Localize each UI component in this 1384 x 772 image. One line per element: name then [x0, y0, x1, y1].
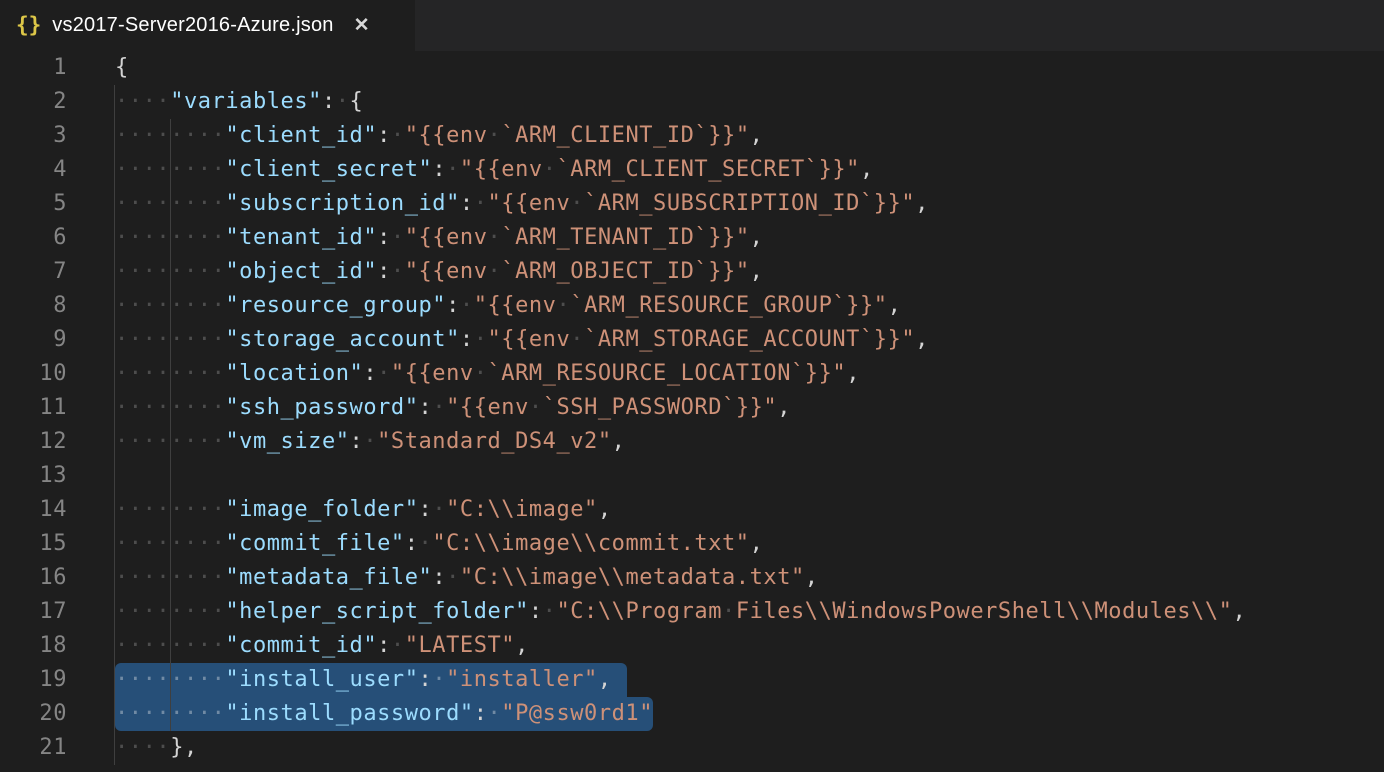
code-text: ········"object_id":·"{{env·`ARM_OBJECT_…: [115, 255, 763, 289]
line-number: 5: [0, 187, 67, 221]
line-number: 10: [0, 357, 67, 391]
code-line[interactable]: 21 ····},: [0, 731, 1384, 765]
line-number: 2: [0, 85, 67, 119]
tab-close-icon[interactable]: ✕: [354, 16, 370, 35]
tab-vs2017-server2016-azure-json[interactable]: {} vs2017-Server2016-Azure.json ✕: [0, 0, 415, 51]
line-number: 16: [0, 561, 67, 595]
code-line[interactable]: 1{: [0, 51, 1384, 85]
code-text: ········"client_id":·"{{env·`ARM_CLIENT_…: [115, 119, 763, 153]
line-number: 12: [0, 425, 67, 459]
code-text: ········"subscription_id":·"{{env·`ARM_S…: [115, 187, 929, 221]
line-number: 11: [0, 391, 67, 425]
code-text: ········"install_password":·"P@ssw0rd1": [115, 697, 653, 731]
code-line[interactable]: 12 ········"vm_size":·"Standard_DS4_v2",: [0, 425, 1384, 459]
code-text: ········"image_folder":·"C:\\image",: [115, 493, 612, 527]
code-text: ········"client_secret":·"{{env·`ARM_CLI…: [115, 153, 874, 187]
line-number: 20: [0, 697, 67, 731]
line-number: 3: [0, 119, 67, 153]
code-line[interactable]: 18 ········"commit_id":·"LATEST",: [0, 629, 1384, 663]
line-number: 4: [0, 153, 67, 187]
line-number: 18: [0, 629, 67, 663]
code-text: ········"install_user":·"installer",: [115, 663, 612, 697]
code-text: ····"variables":·{: [115, 85, 363, 119]
code-area: 1{2····"variables":·{3········"client_id…: [0, 51, 1384, 765]
line-number: 1: [0, 51, 67, 85]
code-editor[interactable]: 1{2····"variables":·{3········"client_id…: [0, 51, 1384, 772]
code-line[interactable]: 10 ········"location":·"{{env·`ARM_RESOUR…: [0, 357, 1384, 391]
tab-label: vs2017-Server2016-Azure.json: [52, 14, 333, 37]
code-line[interactable]: 7 ········"object_id":·"{{env·`ARM_OBJECT…: [0, 255, 1384, 289]
code-text: ········"location":·"{{env·`ARM_RESOURCE…: [115, 357, 860, 391]
code-line[interactable]: 14 ········"image_folder":·"C:\\image",: [0, 493, 1384, 527]
line-number: 15: [0, 527, 67, 561]
code-line[interactable]: 15 ········"commit_file":·"C:\\image\\com…: [0, 527, 1384, 561]
line-number: 7: [0, 255, 67, 289]
code-line[interactable]: 17 ········"helper_script_folder":·"C:\\P…: [0, 595, 1384, 629]
json-file-icon: {}: [16, 15, 41, 36]
code-line[interactable]: 2 ····"variables":·{: [0, 85, 1384, 119]
code-text: ········"tenant_id":·"{{env·`ARM_TENANT_…: [115, 221, 763, 255]
code-line[interactable]: 4 ········"client_secret":·"{{env·`ARM_CL…: [0, 153, 1384, 187]
line-number: 17: [0, 595, 67, 629]
code-text: ········"commit_file":·"C:\\image\\commi…: [115, 527, 763, 561]
line-number: 6: [0, 221, 67, 255]
code-text: ········"metadata_file":·"C:\\image\\met…: [115, 561, 819, 595]
line-number: 9: [0, 323, 67, 357]
line-number: 21: [0, 731, 67, 765]
code-line[interactable]: 8 ········"resource_group":·"{{env·`ARM_R…: [0, 289, 1384, 323]
code-text: ········"vm_size":·"Standard_DS4_v2",: [115, 425, 625, 459]
code-line[interactable]: 11 ········"ssh_password":·"{{env·`SSH_PA…: [0, 391, 1384, 425]
line-number: 14: [0, 493, 67, 527]
code-line[interactable]: 13: [0, 459, 1384, 493]
tab-bar: {} vs2017-Server2016-Azure.json ✕: [0, 0, 1384, 51]
code-text: ········"storage_account":·"{{env·`ARM_S…: [115, 323, 929, 357]
code-text: ········"helper_script_folder":·"C:\\Pro…: [115, 595, 1246, 629]
code-line[interactable]: 19 ········"install_user":·"installer",: [0, 663, 1384, 697]
code-text: {: [115, 51, 129, 85]
line-number: 19: [0, 663, 67, 697]
code-line[interactable]: 9 ········"storage_account":·"{{env·`ARM_…: [0, 323, 1384, 357]
code-text: ········"ssh_password":·"{{env·`SSH_PASS…: [115, 391, 791, 425]
code-text: ········"resource_group":·"{{env·`ARM_RE…: [115, 289, 901, 323]
line-number: 8: [0, 289, 67, 323]
code-line[interactable]: 6 ········"tenant_id":·"{{env·`ARM_TENANT…: [0, 221, 1384, 255]
code-line[interactable]: 3 ········"client_id":·"{{env·`ARM_CLIENT…: [0, 119, 1384, 153]
code-line[interactable]: 16 ········"metadata_file":·"C:\\image\\m…: [0, 561, 1384, 595]
code-line[interactable]: 5 ········"subscription_id":·"{{env·`ARM_…: [0, 187, 1384, 221]
code-line[interactable]: 20 ········"install_password":·"P@ssw0rd1…: [0, 697, 1384, 731]
code-text: ····},: [115, 731, 198, 765]
code-text: ········"commit_id":·"LATEST",: [115, 629, 529, 663]
line-number: 13: [0, 459, 67, 493]
